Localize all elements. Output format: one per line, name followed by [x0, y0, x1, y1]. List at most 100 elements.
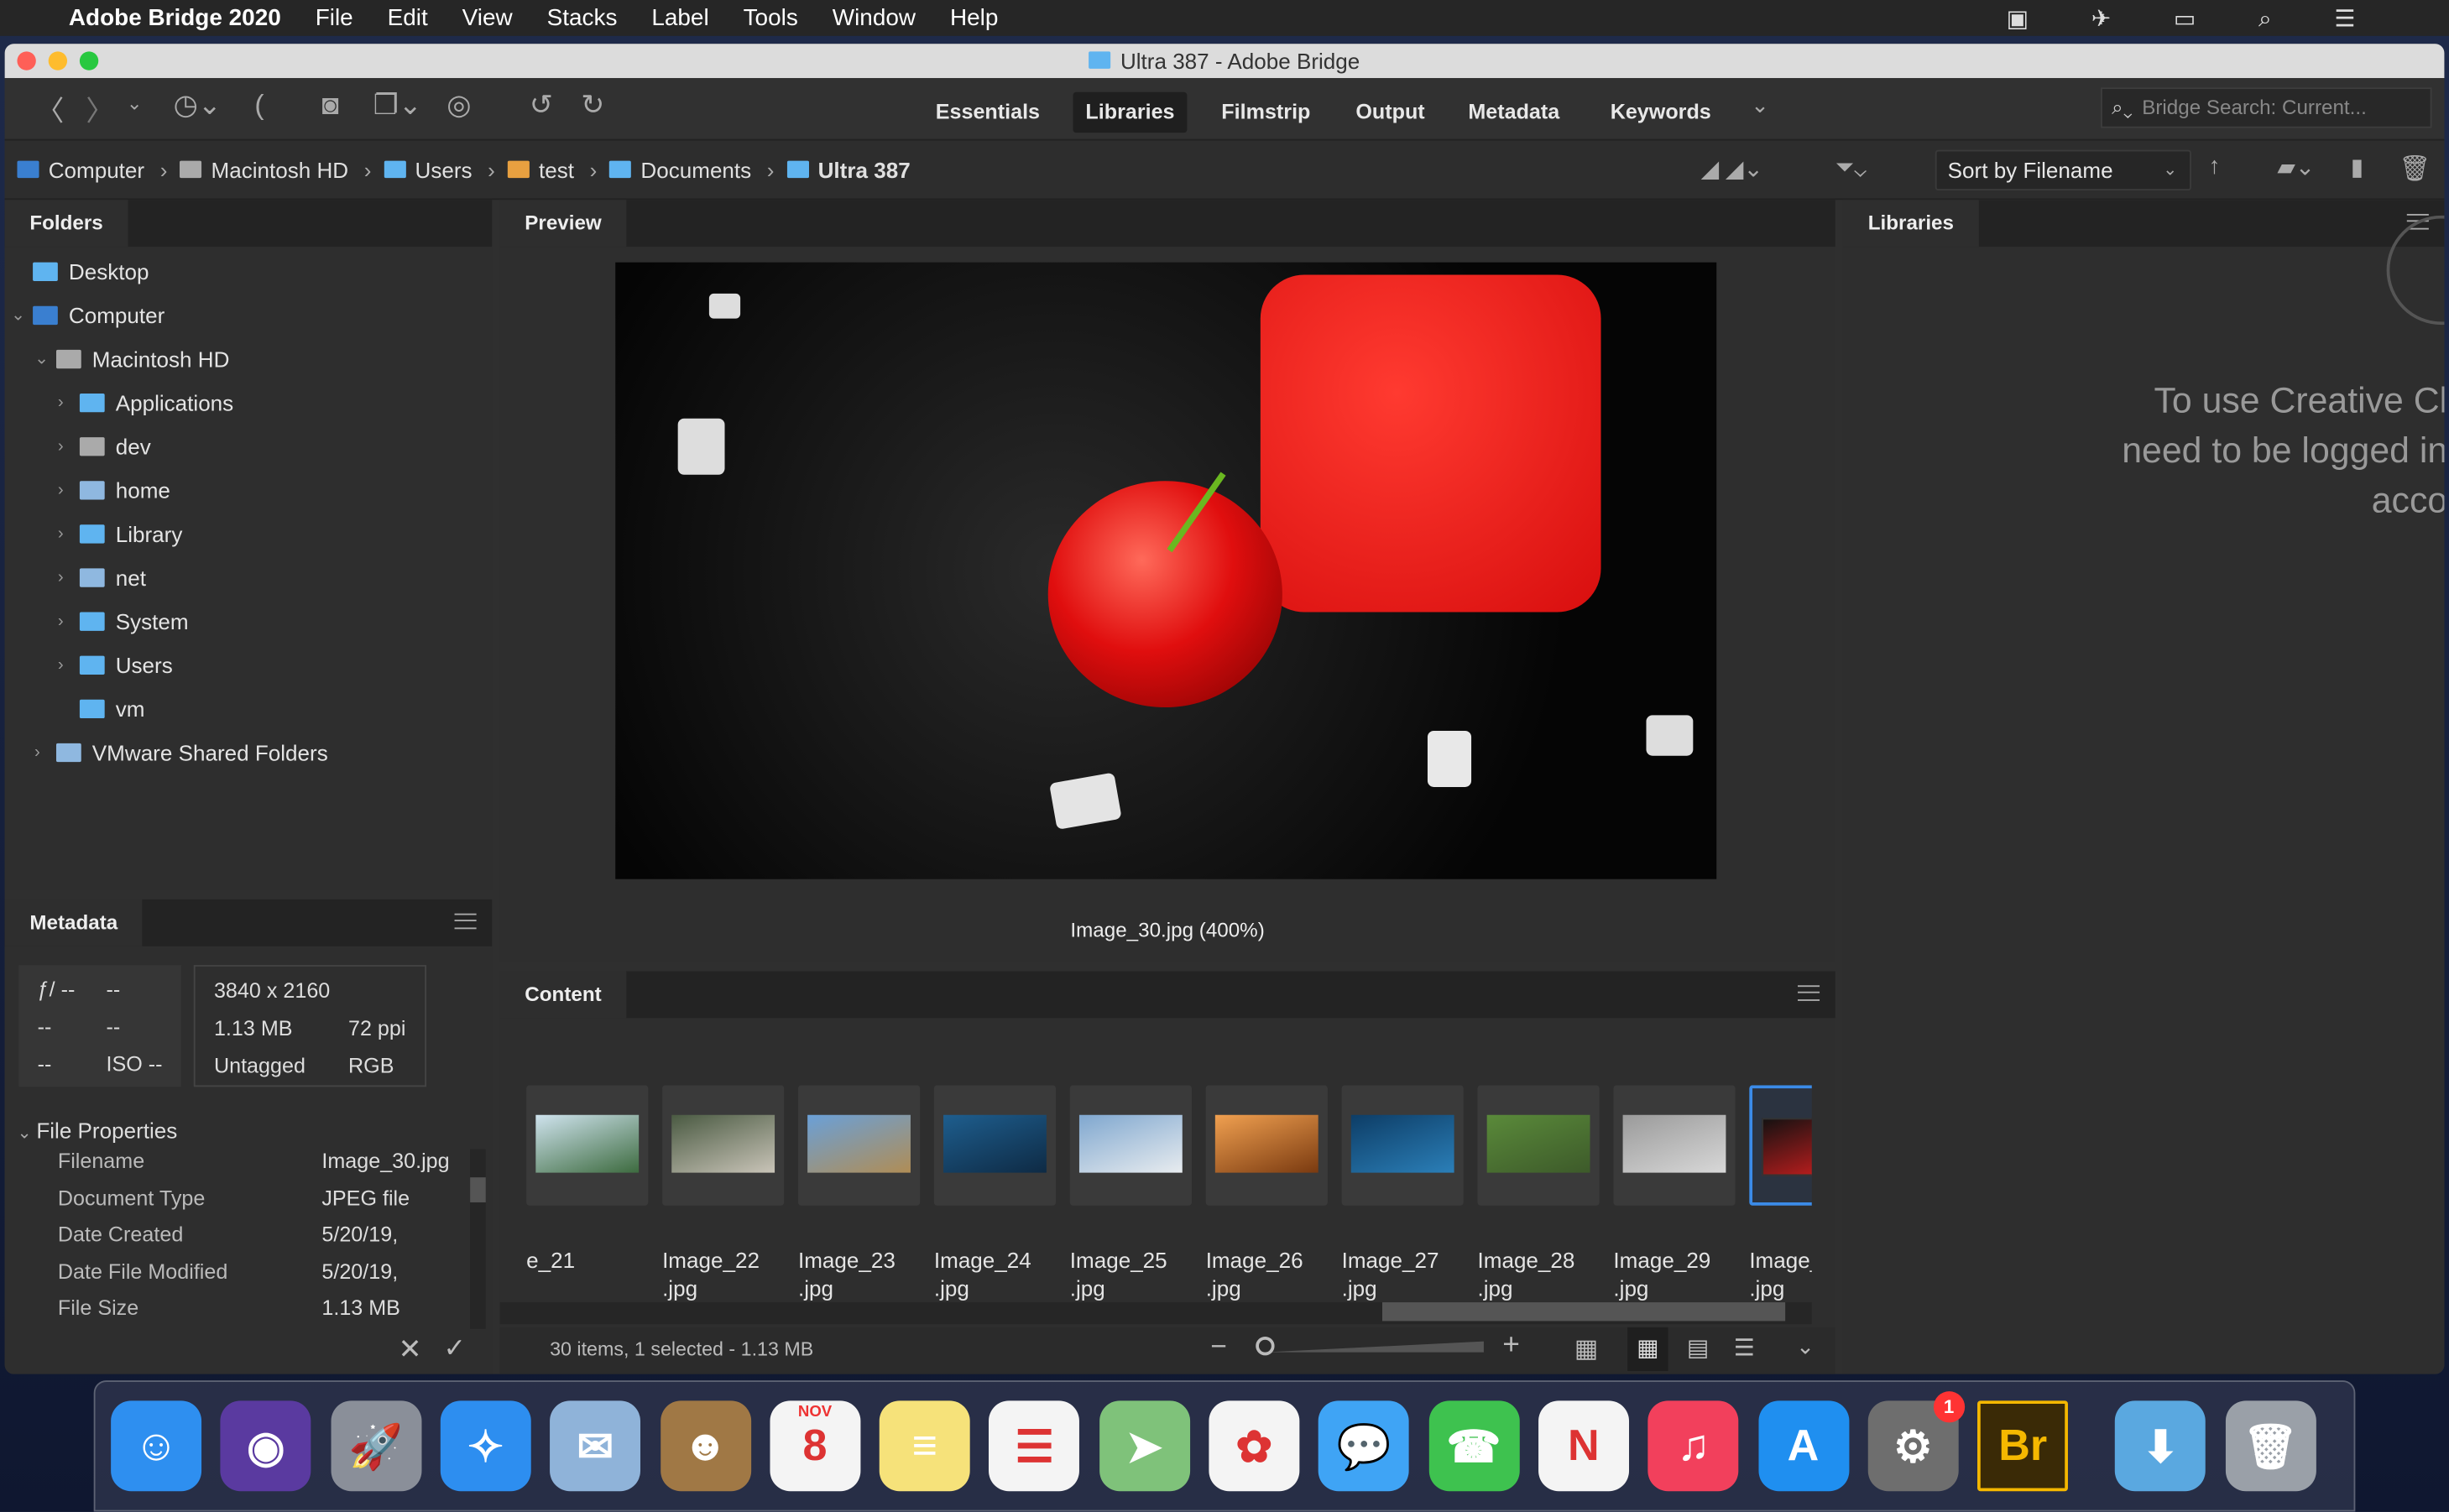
thumbnail[interactable]	[797, 1085, 921, 1206]
menu-view[interactable]: View	[462, 5, 513, 32]
open-in-camera-raw-icon[interactable]: ◎	[446, 89, 471, 122]
folder-tree-item[interactable]: › Applications	[58, 381, 233, 425]
menu-tools[interactable]: Tools	[744, 5, 798, 32]
status-icons[interactable]: ▣ ✈ ▭ ⌕ ☰	[2007, 4, 2384, 33]
chevron-icon[interactable]: ⌄	[34, 337, 56, 381]
dock-news-icon[interactable]: N	[1538, 1400, 1629, 1492]
thumbnail[interactable]	[1069, 1085, 1192, 1206]
menu-edit[interactable]: Edit	[388, 5, 428, 32]
dock-notes-icon[interactable]: ≡	[879, 1400, 970, 1492]
tab-preview[interactable]: Preview	[499, 200, 627, 248]
boomerang-icon[interactable]: (	[254, 89, 264, 122]
workspace-more-icon[interactable]: ⌄	[1751, 92, 1769, 119]
chevron-icon[interactable]: ›	[58, 556, 80, 600]
dock-downloads-icon[interactable]: ⬇	[2115, 1400, 2206, 1492]
new-folder-icon[interactable]: ▮	[2351, 153, 2363, 181]
chevron-icon[interactable]: ›	[58, 644, 80, 687]
menu-app-name[interactable]: Adobe Bridge 2020	[69, 5, 281, 32]
menu-label[interactable]: Label	[651, 5, 708, 32]
folder-tree-item[interactable]: ⌄ Computer	[11, 294, 164, 337]
dock-mail-icon[interactable]: ✉	[550, 1400, 641, 1492]
rotate-right-icon[interactable]: ↻	[581, 89, 604, 122]
dock-reminders-icon[interactable]: ☰	[989, 1400, 1080, 1492]
menu-file[interactable]: File	[316, 5, 353, 32]
view-options-icon[interactable]: ⌄	[1796, 1333, 1815, 1360]
tab-workspace-essentials[interactable]: Essentials	[923, 92, 1052, 133]
quality-options-icon[interactable]: ◢ ◢⌄	[1701, 154, 1763, 183]
content-scrollbar[interactable]	[499, 1302, 1812, 1325]
folder-tree-item[interactable]: Desktop	[11, 250, 149, 294]
tab-workspace-output[interactable]: Output	[1343, 92, 1437, 133]
thumbnail[interactable]	[1341, 1085, 1464, 1206]
thumbnail-size-slider[interactable]	[1256, 1337, 1490, 1356]
folder-tree-item[interactable]: vm	[58, 687, 144, 731]
thumbnail[interactable]	[933, 1085, 1057, 1206]
folder-tree-item[interactable]: › Library	[58, 512, 183, 555]
dock-app-store-icon[interactable]: A	[1757, 1400, 1849, 1492]
panel-menu-icon[interactable]	[454, 913, 477, 930]
sort-ascending-icon[interactable]: ↑	[2208, 153, 2220, 180]
apply-icon[interactable]: ✓	[444, 1333, 467, 1364]
chevron-icon[interactable]: ›	[58, 381, 80, 425]
zoom-in-icon[interactable]: +	[1502, 1329, 1520, 1363]
zoom-window-button[interactable]	[79, 51, 99, 70]
minimize-window-button[interactable]	[48, 51, 68, 70]
thumbnail[interactable]	[662, 1085, 785, 1206]
recent-history-icon[interactable]: ◷⌄	[174, 89, 222, 122]
dock-music-icon[interactable]: ♫	[1647, 1400, 1739, 1492]
tab-workspace-keywords[interactable]: Keywords	[1598, 92, 1724, 133]
thumbnail[interactable]	[526, 1085, 649, 1206]
dock-finder-icon[interactable]: ☺	[111, 1400, 202, 1492]
dock-maps-icon[interactable]: ➤	[1099, 1400, 1190, 1492]
dock-contacts-icon[interactable]: ☻	[660, 1400, 751, 1492]
chevron-icon[interactable]: ›	[34, 731, 56, 774]
cancel-icon[interactable]: ✕	[399, 1333, 422, 1366]
search-icon[interactable]: ⌕⌄	[2102, 96, 2142, 119]
folder-tree-item[interactable]: › Users	[58, 644, 173, 687]
search-input[interactable]: ⌕⌄ Bridge Search: Current...	[2101, 87, 2432, 128]
thumbnail[interactable]	[1613, 1085, 1736, 1206]
panel-menu-icon[interactable]	[1798, 985, 1820, 1001]
dock-system-preferences-icon[interactable]: ⚙ 1	[1867, 1391, 1965, 1492]
chevron-icon[interactable]: ⌄	[11, 294, 33, 337]
view-thumbnails-icon[interactable]: ▦	[1627, 1327, 1668, 1371]
delete-icon[interactable]: 🗑	[2399, 153, 2431, 184]
dock-trash-icon[interactable]: 🗑	[2225, 1400, 2316, 1492]
chevron-icon[interactable]: ›	[58, 600, 80, 644]
dock-messages-icon[interactable]: 💬	[1318, 1400, 1410, 1492]
preview-image[interactable]	[615, 262, 1717, 879]
forward-icon[interactable]: 〉	[86, 89, 113, 129]
folder-tree-item[interactable]: › home	[58, 468, 170, 512]
breadcrumb-item[interactable]: Users ›	[384, 157, 495, 182]
zoom-out-icon[interactable]: −	[1210, 1331, 1227, 1363]
grid-lock-icon[interactable]: ▦	[1574, 1333, 1598, 1364]
view-details-icon[interactable]: ▤	[1687, 1333, 1709, 1362]
breadcrumb-item[interactable]: test ›	[507, 157, 597, 182]
thumbnail[interactable]	[1749, 1085, 1812, 1206]
back-icon[interactable]: 〈	[36, 89, 64, 129]
refine-icon[interactable]: ❐⌄	[373, 89, 422, 122]
folder-tree-item[interactable]: ⌄ Macintosh HD	[34, 337, 229, 381]
dock-calendar-icon[interactable]: NOV 8	[770, 1400, 861, 1492]
tab-content[interactable]: Content	[499, 971, 627, 1019]
folder-tree-item[interactable]: › net	[58, 556, 146, 600]
chevron-down-icon[interactable]: ⌄	[127, 92, 143, 114]
thumbnail[interactable]	[1477, 1085, 1600, 1206]
view-list-icon[interactable]: ☰	[1734, 1333, 1755, 1362]
chevron-icon[interactable]: ›	[58, 512, 80, 555]
menu-stacks[interactable]: Stacks	[547, 5, 618, 32]
dock-safari-icon[interactable]: ✧	[440, 1400, 531, 1492]
section-file-properties[interactable]: ⌄ File Properties	[17, 1118, 177, 1143]
dock-photos-icon[interactable]: ✿	[1209, 1400, 1300, 1492]
thumbnail[interactable]	[1205, 1085, 1328, 1206]
tab-workspace-libraries[interactable]: Libraries	[1073, 91, 1188, 133]
sort-dropdown[interactable]: Sort by Filename ⌄	[1935, 149, 2191, 191]
folder-tree-item[interactable]: › VMware Shared Folders	[34, 731, 328, 774]
close-window-button[interactable]	[17, 51, 36, 70]
folder-tree-item[interactable]: › System	[58, 600, 189, 644]
tab-workspace-metadata[interactable]: Metadata	[1455, 92, 1572, 133]
menu-window[interactable]: Window	[833, 5, 916, 32]
dock-siri-icon[interactable]: ◉	[220, 1400, 311, 1492]
chevron-icon[interactable]: ›	[58, 468, 80, 512]
breadcrumb-item[interactable]: Macintosh HD ›	[180, 157, 371, 182]
